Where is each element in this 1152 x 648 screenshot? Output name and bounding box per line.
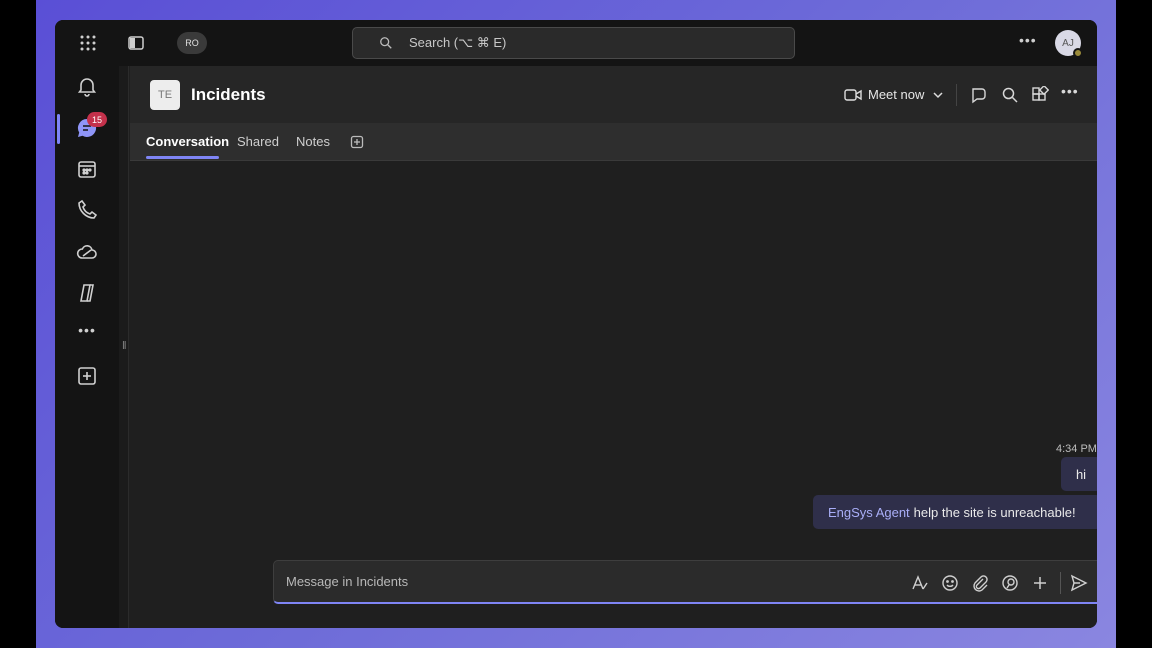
message-composer[interactable]: Message in Incidents	[273, 560, 1097, 604]
tab-shared[interactable]: Shared	[237, 134, 279, 149]
message-text: help the site is unreachable!	[913, 504, 1076, 520]
message-bubble[interactable]: EngSys Agent help the site is unreachabl…	[813, 495, 1097, 529]
header-separator	[956, 84, 957, 106]
video-camera-icon	[844, 88, 862, 101]
add-apps-icon[interactable]	[75, 364, 99, 388]
search-icon	[380, 37, 392, 49]
sidebar-toggle-icon[interactable]	[126, 33, 146, 53]
emoji-icon[interactable]	[941, 574, 959, 592]
composer-placeholder: Message in Incidents	[286, 574, 409, 589]
app-launcher-icon[interactable]	[78, 33, 98, 53]
chat-unread-badge: 15	[87, 112, 107, 127]
avatar[interactable]: AJ	[1055, 30, 1083, 58]
message-timestamp: 4:34 PM	[1056, 443, 1097, 455]
presence-status-icon	[1073, 48, 1083, 58]
mention-link[interactable]: EngSys Agent	[828, 505, 910, 520]
activity-bell-icon[interactable]	[75, 74, 99, 98]
team-avatar[interactable]: TE	[150, 80, 180, 110]
calls-phone-icon[interactable]	[75, 198, 99, 222]
meet-now-label: Meet now	[868, 87, 925, 102]
resize-grip-icon[interactable]: ‖	[122, 340, 127, 352]
apps-grid-icon[interactable]	[1031, 86, 1049, 104]
composer-separator	[1060, 572, 1061, 594]
title-bar: RO Search (⌥ ⌘ E) ••• AJ	[55, 20, 1097, 66]
format-text-icon[interactable]	[911, 574, 929, 592]
search-icon[interactable]	[1001, 86, 1019, 104]
app-rail: 15 •••	[55, 66, 119, 628]
channel-tabs: Conversation Shared Notes	[130, 123, 1097, 161]
chevron-down-icon	[933, 91, 943, 98]
teams-window: RO Search (⌥ ⌘ E) ••• AJ 15 ••• ‖ TE Inc…	[55, 20, 1097, 628]
loop-component-icon[interactable]	[1001, 574, 1019, 592]
active-indicator	[57, 114, 60, 144]
onedrive-cloud-icon[interactable]	[75, 240, 99, 264]
meet-now-button[interactable]: Meet now	[844, 87, 944, 102]
tab-conversation[interactable]: Conversation	[146, 134, 229, 149]
send-icon[interactable]	[1070, 574, 1088, 592]
calendar-icon[interactable]	[75, 157, 99, 181]
channel-header: TE Incidents Meet now •••	[130, 66, 1097, 123]
add-plus-icon[interactable]	[1031, 574, 1049, 592]
message-text: hi	[1075, 466, 1087, 482]
channel-chat-icon[interactable]	[970, 86, 988, 104]
copilot-icon[interactable]	[75, 281, 99, 305]
search-placeholder: Search (⌥ ⌘ E)	[409, 35, 507, 50]
more-options-icon[interactable]: •••	[1061, 83, 1079, 99]
more-apps-icon[interactable]: •••	[75, 322, 99, 346]
message-pane: 4:34 PM hi EngSys Agent help the site is…	[130, 162, 1097, 628]
account-chip[interactable]: RO	[177, 32, 207, 54]
add-tab-icon[interactable]	[350, 135, 364, 149]
message-bubble[interactable]: hi	[1061, 457, 1097, 491]
tab-notes[interactable]: Notes	[296, 134, 330, 149]
more-options-icon[interactable]: •••	[1019, 32, 1037, 48]
page-title: Incidents	[191, 85, 266, 104]
search-input[interactable]: Search (⌥ ⌘ E)	[352, 27, 795, 59]
attach-paperclip-icon[interactable]	[971, 574, 989, 592]
active-tab-underline	[146, 156, 219, 159]
avatar-initials: AJ	[1062, 37, 1074, 49]
